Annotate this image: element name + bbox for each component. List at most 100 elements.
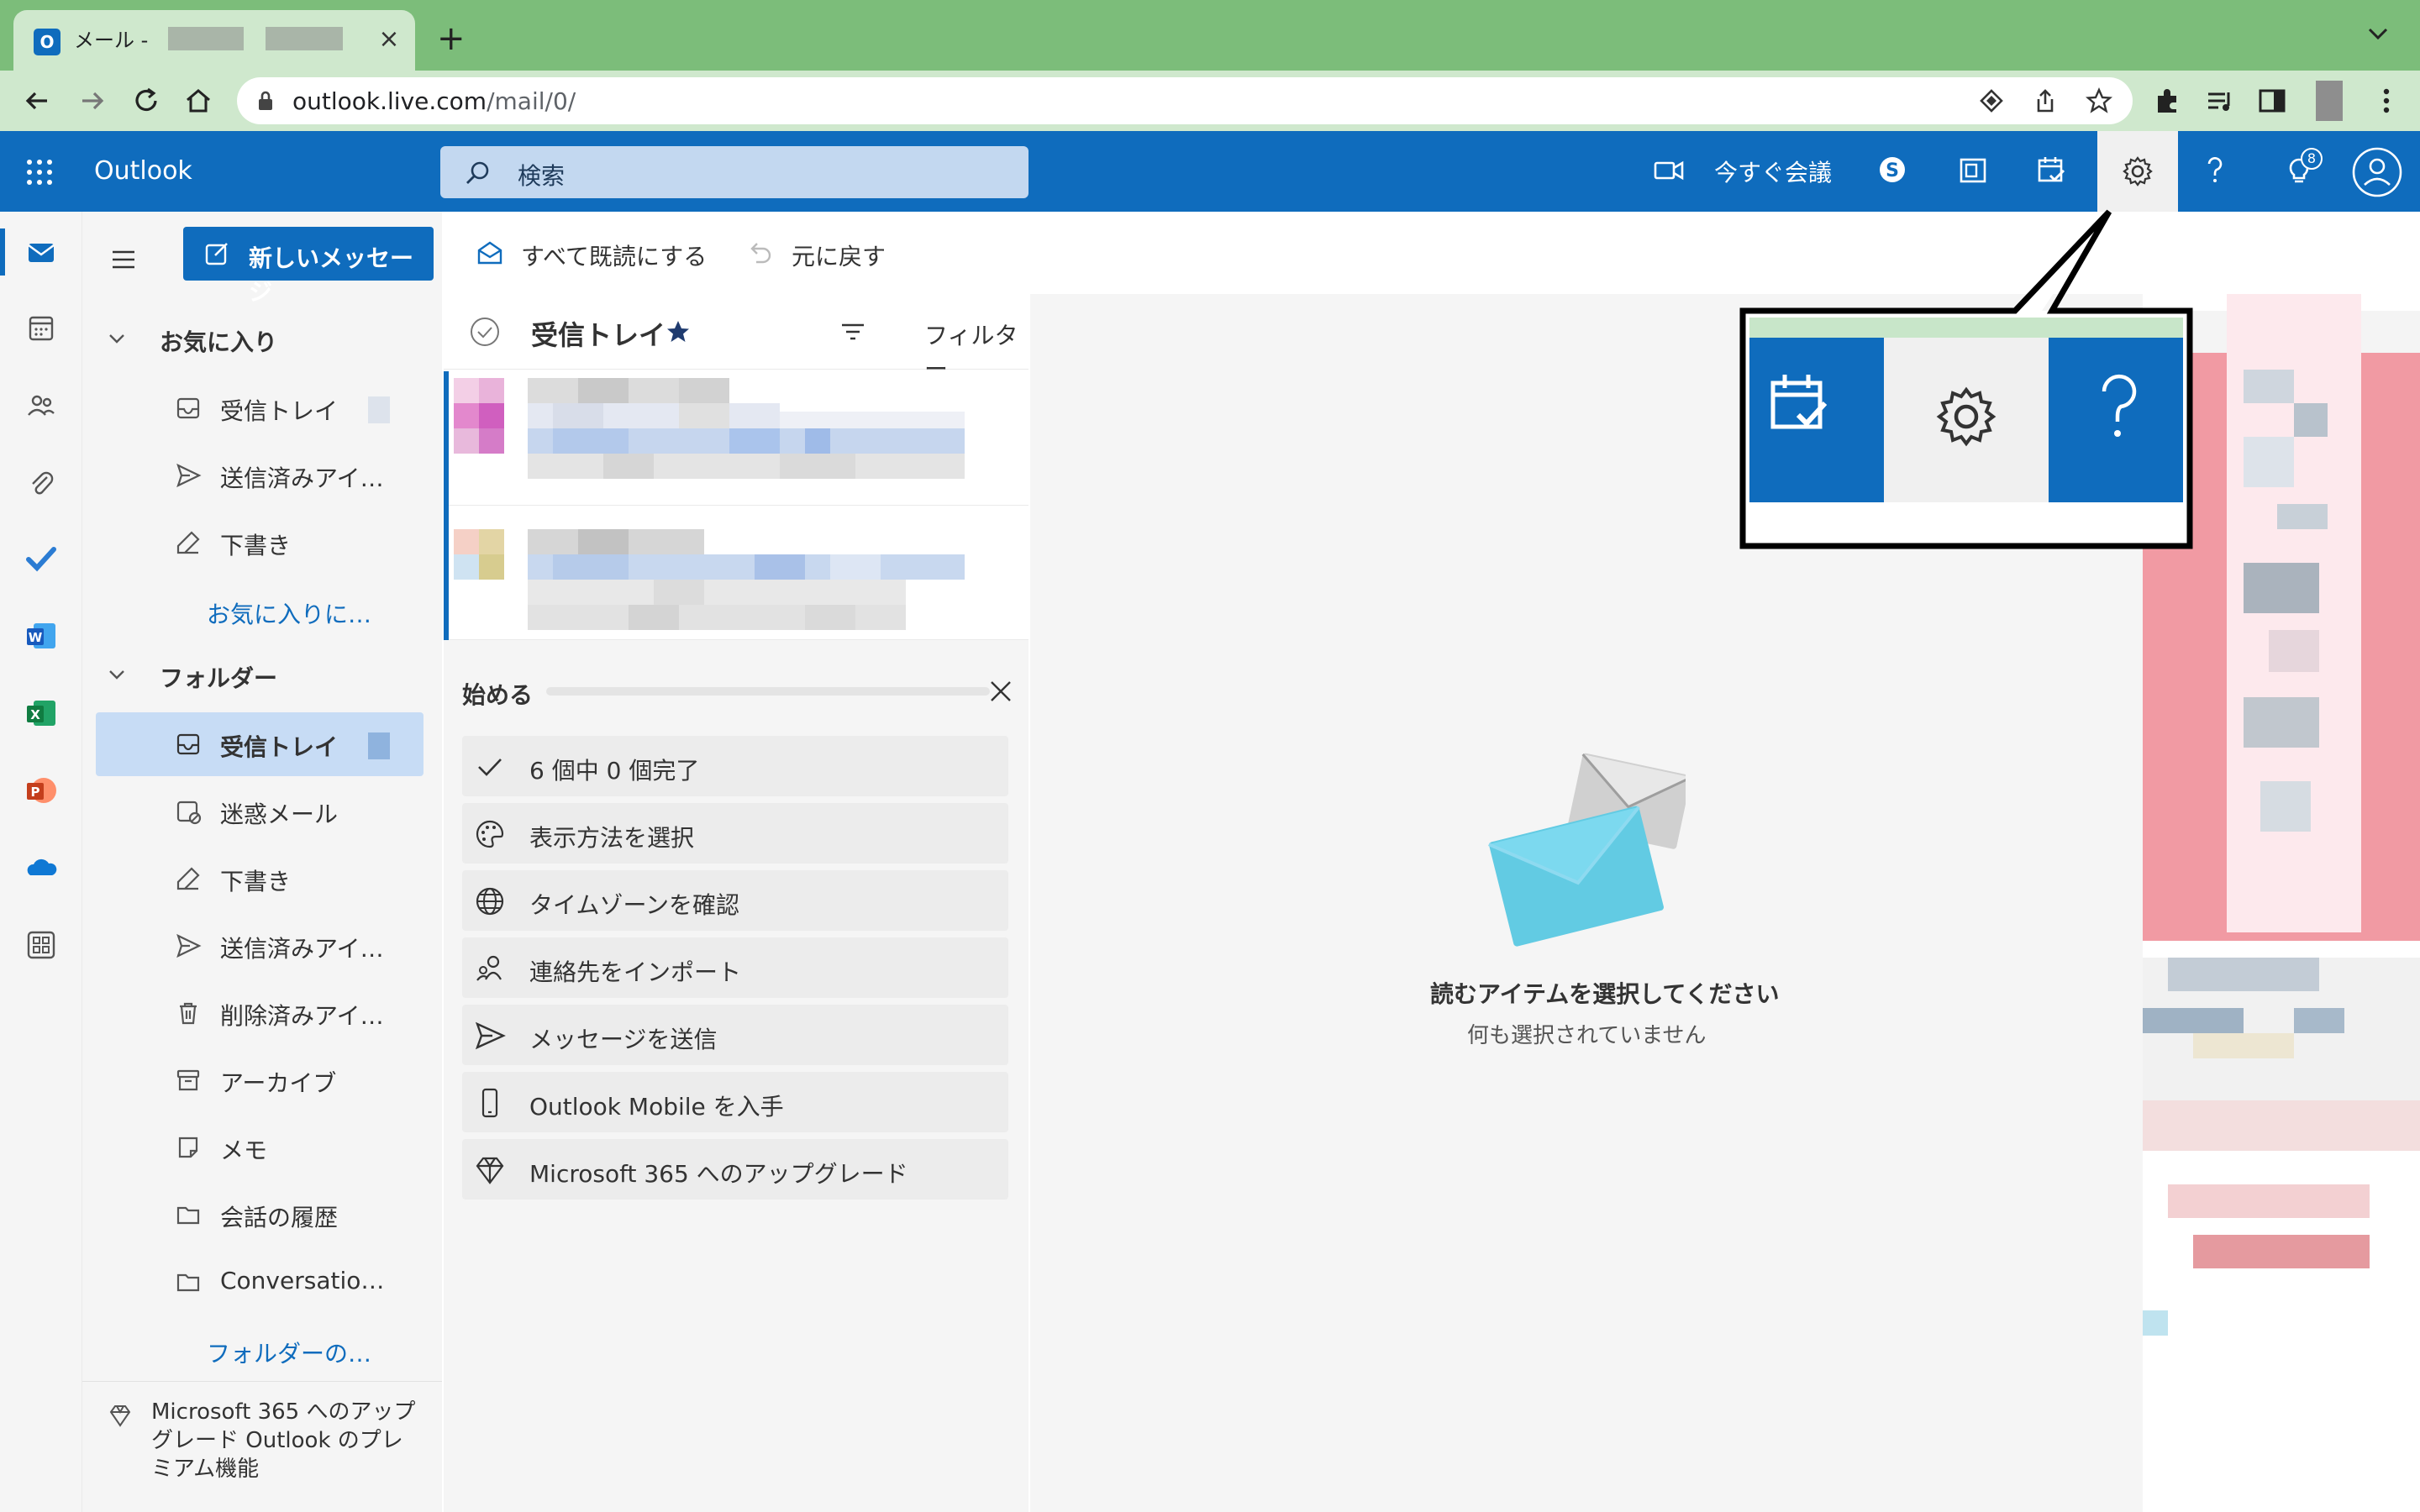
message-item-redacted[interactable] (444, 371, 1028, 506)
calendar-icon[interactable] (24, 311, 59, 346)
new-message-button[interactable]: 新しいメッセージ (183, 227, 434, 306)
app-name[interactable]: Outlook (94, 156, 192, 186)
browser-tab[interactable]: O メール - × (13, 10, 415, 71)
folder-item-label: アーカイブ (220, 1069, 337, 1097)
tab-search-chevron-icon[interactable] (2366, 25, 2390, 42)
browser-menu-icon[interactable] (2370, 84, 2403, 118)
folder-item-archive[interactable]: アーカイブ (96, 1048, 424, 1112)
select-all-circle-icon[interactable] (469, 316, 501, 348)
folder-item-inbox[interactable]: 受信トレイ (96, 712, 424, 776)
folder-item-label: Conversatio… (220, 1267, 385, 1294)
folder-item-label: 削除済みアイ… (220, 1002, 384, 1030)
favorite-item-label: 受信トレイ (220, 397, 339, 425)
favorites-header-label: お気に入り (160, 328, 278, 356)
browser-profile-avatar[interactable] (2316, 81, 2343, 121)
svg-text:X: X (30, 707, 40, 722)
reload-icon[interactable] (129, 84, 163, 118)
favorite-item-sent[interactable]: 送信済みアイ… (96, 444, 424, 507)
getting-started-item[interactable]: 6 個中 0 個完了 (462, 736, 1008, 796)
undo-icon (746, 239, 773, 265)
video-camera-icon[interactable] (1652, 153, 1694, 195)
browser-tab-bar: O メール - × + (0, 0, 2420, 71)
meet-now-button[interactable]: 今すぐ会議 (1714, 155, 1832, 188)
home-icon[interactable] (182, 84, 215, 118)
folder-item-deleted[interactable]: 削除済みアイ… (96, 981, 424, 1045)
word-icon[interactable]: W (24, 618, 59, 654)
getting-started-item-label: 6 個中 0 個完了 (529, 757, 700, 785)
media-control-icon[interactable] (2203, 84, 2237, 118)
excel-icon[interactable]: X (24, 696, 59, 731)
note-icon (175, 1134, 202, 1161)
getting-started-item[interactable]: 連絡先をインポート (462, 937, 1008, 998)
side-panel-icon[interactable] (2255, 84, 2289, 118)
unread-count-redacted (368, 396, 390, 423)
unread-indicator (444, 506, 449, 640)
globe-icon (474, 885, 506, 917)
account-avatar-icon[interactable] (2351, 146, 2403, 198)
forward-arrow-icon[interactable] (76, 84, 109, 118)
message-item-redacted[interactable] (444, 506, 1028, 640)
back-arrow-icon[interactable] (20, 84, 54, 118)
new-message-label: 新しいメッセージ (249, 244, 414, 306)
todo-check-icon[interactable] (24, 541, 59, 576)
powerpoint-icon[interactable]: P (24, 773, 59, 808)
office-icon[interactable] (1956, 153, 1998, 195)
add-favorite-link[interactable]: お気に入りに… (207, 596, 371, 630)
getting-started-panel: 始める 6 個中 0 個完了 表示方法を選択 タイムゾーンを確認 連絡先をインポ… (444, 640, 1028, 1512)
attachment-paperclip-icon[interactable] (24, 465, 59, 501)
url-text: outlook.live.com/mail/0/ (292, 87, 576, 115)
folder-item-conversation-history[interactable]: 会話の履歴 (96, 1183, 424, 1247)
getting-started-item[interactable]: メッセージを送信 (462, 1005, 1008, 1065)
folder-item-conversation[interactable]: Conversatio… (96, 1250, 424, 1314)
folder-item-notes[interactable]: メモ (96, 1116, 424, 1179)
diamond-icon (108, 1403, 133, 1428)
people-icon[interactable] (24, 388, 59, 423)
skype-icon[interactable]: S (1876, 153, 1918, 195)
favorite-star-icon[interactable] (666, 319, 691, 344)
getting-started-item[interactable]: タイムゾーンを確認 (462, 870, 1008, 931)
app-launcher-waffle-icon[interactable] (25, 158, 54, 186)
search-box[interactable]: 検索 (440, 146, 1028, 198)
help-question-icon[interactable] (2198, 153, 2240, 195)
my-day-calendar-check-icon[interactable] (2035, 153, 2077, 195)
new-tab-button[interactable]: + (437, 22, 466, 55)
install-app-icon[interactable] (1978, 87, 2005, 114)
getting-started-item[interactable]: 表示方法を選択 (462, 803, 1008, 864)
share-icon[interactable] (2032, 87, 2059, 114)
people-icon (474, 953, 506, 984)
svg-text:P: P (31, 785, 40, 800)
sender-avatar-redacted (454, 529, 504, 580)
tab-title-redacted (168, 27, 244, 50)
more-apps-icon[interactable] (24, 927, 59, 963)
folder-pane: 新しいメッセージ お気に入り 受信トレイ 送信済みアイ… 下書き お気に入りに…… (82, 212, 442, 1512)
folder-item-sent[interactable]: 送信済みアイ… (96, 914, 424, 978)
folder-item-junk[interactable]: 迷惑メール (96, 780, 424, 843)
getting-started-item[interactable]: Outlook Mobile を入手 (462, 1072, 1008, 1132)
folder-icon (175, 1201, 202, 1228)
more-folders-link[interactable]: フォルダーの… (207, 1336, 371, 1369)
favorite-item-drafts[interactable]: 下書き (96, 511, 424, 575)
undo-button[interactable]: 元に戻す (792, 239, 886, 272)
divider (82, 1381, 442, 1382)
folder-item-drafts[interactable]: 下書き (96, 847, 424, 911)
getting-started-item[interactable]: Microsoft 365 へのアップグレード (462, 1139, 1008, 1200)
address-bar[interactable]: outlook.live.com/mail/0/ (237, 77, 2133, 124)
mark-all-read-button[interactable]: すべて既読にする (521, 239, 707, 272)
close-tab-icon[interactable]: × (376, 27, 402, 52)
close-icon[interactable] (988, 679, 1013, 704)
getting-started-item-label: タイムゾーンを確認 (529, 891, 740, 919)
extensions-puzzle-icon[interactable] (2151, 84, 2185, 118)
folders-header-label: フォルダー (160, 664, 278, 692)
mail-icon[interactable] (24, 235, 59, 270)
browser-toolbar: outlook.live.com/mail/0/ (0, 71, 2420, 131)
lock-icon (255, 89, 276, 113)
favorite-item-inbox[interactable]: 受信トレイ (96, 376, 424, 440)
hamburger-menu-icon[interactable] (109, 245, 138, 274)
tab-title-redacted (266, 27, 343, 50)
bookmark-star-icon[interactable] (2086, 87, 2112, 114)
svg-text:S: S (1886, 160, 1899, 181)
folder-item-label: 下書き (220, 868, 292, 895)
folder-item-label: 送信済みアイ… (220, 935, 384, 963)
filter-icon (839, 318, 867, 346)
onedrive-cloud-icon[interactable] (24, 850, 59, 885)
